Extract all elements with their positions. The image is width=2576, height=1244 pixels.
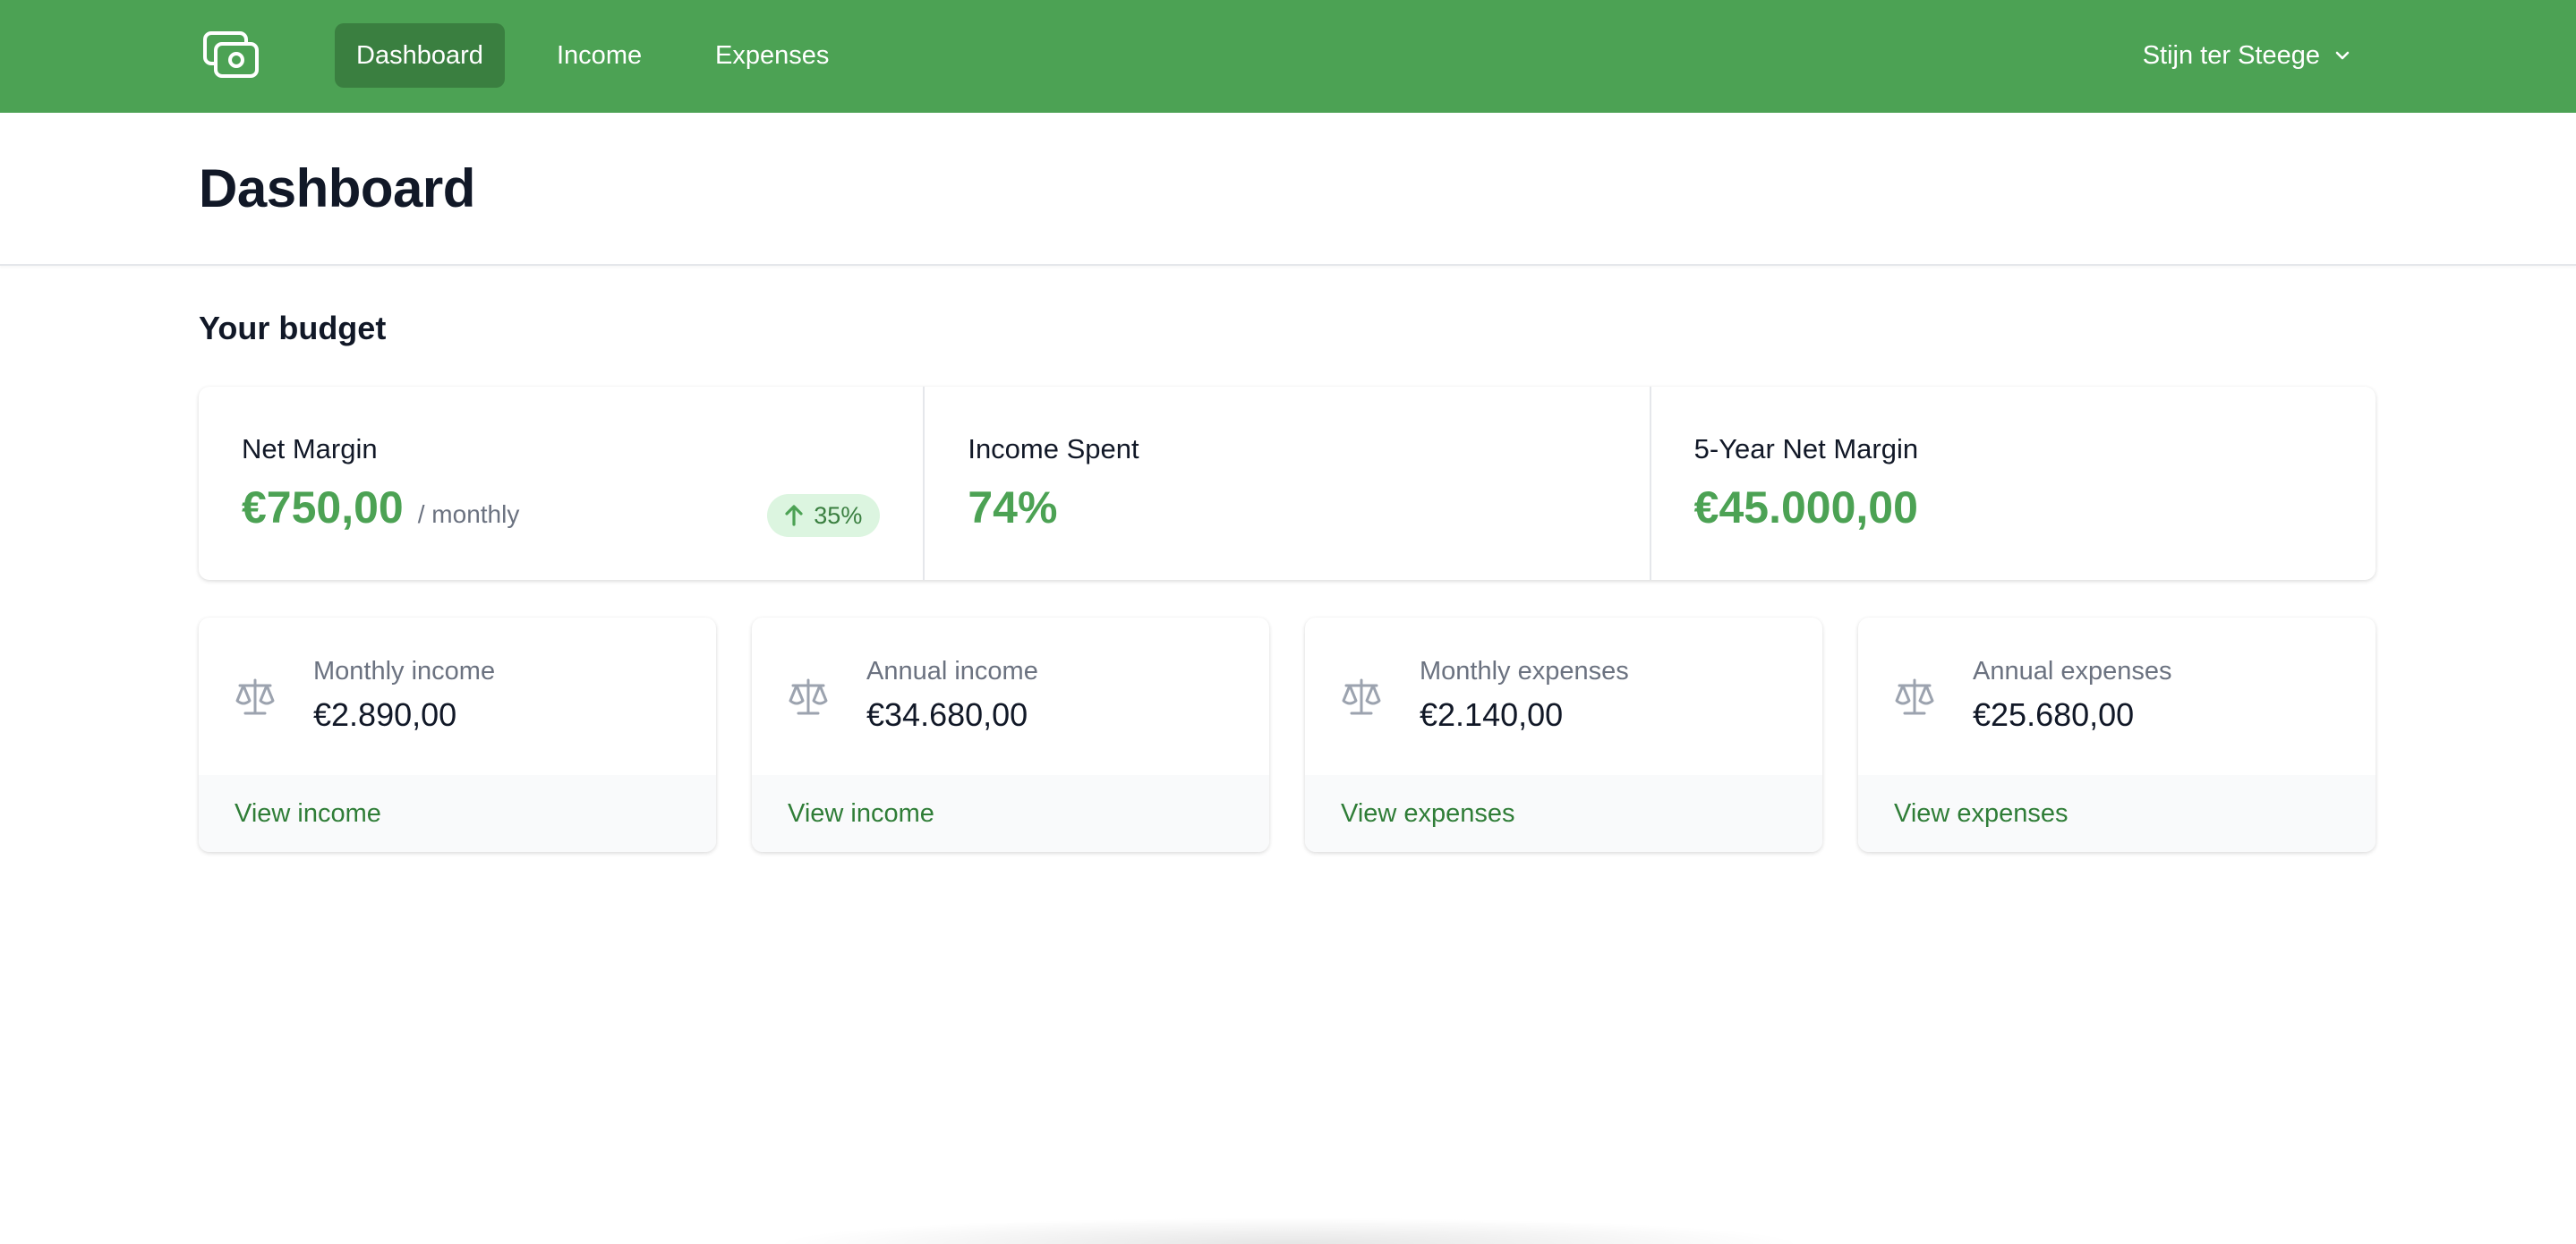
arrow-up-icon bbox=[785, 505, 803, 526]
card-value: €25.680,00 bbox=[1973, 696, 2135, 733]
page-title: Dashboard bbox=[199, 158, 475, 218]
view-expenses-link[interactable]: View expenses bbox=[1858, 775, 2376, 852]
card-monthly-expenses: Monthly expenses €2.140,00 View expenses bbox=[1305, 618, 1822, 852]
card-annual-expenses: Annual expenses €25.680,00 View expenses bbox=[1858, 618, 2376, 852]
card-label: Monthly expenses bbox=[1420, 657, 1629, 686]
page-header: Dashboard bbox=[0, 113, 2576, 266]
card-value: €34.680,00 bbox=[866, 696, 1028, 733]
view-income-link[interactable]: View income bbox=[199, 775, 716, 852]
nav-income[interactable]: Income bbox=[535, 23, 663, 88]
nav-expenses[interactable]: Expenses bbox=[694, 23, 850, 88]
user-menu[interactable]: Stijn ter Steege bbox=[2143, 23, 2352, 88]
stat-value: €750,00 bbox=[242, 482, 404, 533]
bottom-shadow bbox=[770, 1217, 1808, 1244]
card-label: Monthly income bbox=[313, 657, 496, 686]
scale-icon bbox=[1895, 678, 1934, 715]
section-title: Your budget bbox=[199, 310, 387, 346]
card-value: €2.890,00 bbox=[313, 696, 457, 733]
stat-value: €45.000,00 bbox=[1693, 482, 1918, 533]
top-navbar: Dashboard Income Expenses Stijn ter Stee… bbox=[0, 0, 2576, 113]
scale-icon bbox=[235, 678, 275, 715]
card-label: Annual expenses bbox=[1973, 657, 2172, 686]
scale-icon bbox=[789, 678, 828, 715]
card-monthly-income: Monthly income €2.890,00 View income bbox=[199, 618, 716, 852]
card-value: €2.140,00 bbox=[1420, 696, 1564, 733]
chevron-down-icon bbox=[2335, 51, 2350, 60]
stat-label: Net Margin bbox=[242, 433, 378, 464]
user-name: Stijn ter Steege bbox=[2142, 41, 2320, 70]
scale-icon bbox=[1342, 678, 1381, 715]
stat-period: / monthly bbox=[417, 500, 520, 528]
nav-dashboard[interactable]: Dashboard bbox=[335, 23, 505, 88]
change-badge: 35% bbox=[767, 494, 881, 537]
stat-income-spent: Income Spent 74% bbox=[923, 387, 1649, 580]
cash-icon[interactable] bbox=[202, 30, 260, 81]
card-label: Annual income bbox=[866, 657, 1038, 686]
card-annual-income: Annual income €34.680,00 View income bbox=[752, 618, 1269, 852]
stat-net-margin: Net Margin €750,00 / monthly 35% bbox=[199, 387, 923, 580]
budget-stats: Net Margin €750,00 / monthly 35% Income … bbox=[199, 387, 2376, 580]
badge-value: 35% bbox=[814, 502, 863, 529]
view-income-link[interactable]: View income bbox=[752, 775, 1269, 852]
stat-label: 5-Year Net Margin bbox=[1693, 433, 1919, 464]
stat-five-year-net-margin: 5-Year Net Margin €45.000,00 bbox=[1649, 387, 2376, 580]
stat-value: 74% bbox=[968, 482, 1058, 533]
stat-label: Income Spent bbox=[968, 433, 1139, 464]
view-expenses-link[interactable]: View expenses bbox=[1305, 775, 1822, 852]
